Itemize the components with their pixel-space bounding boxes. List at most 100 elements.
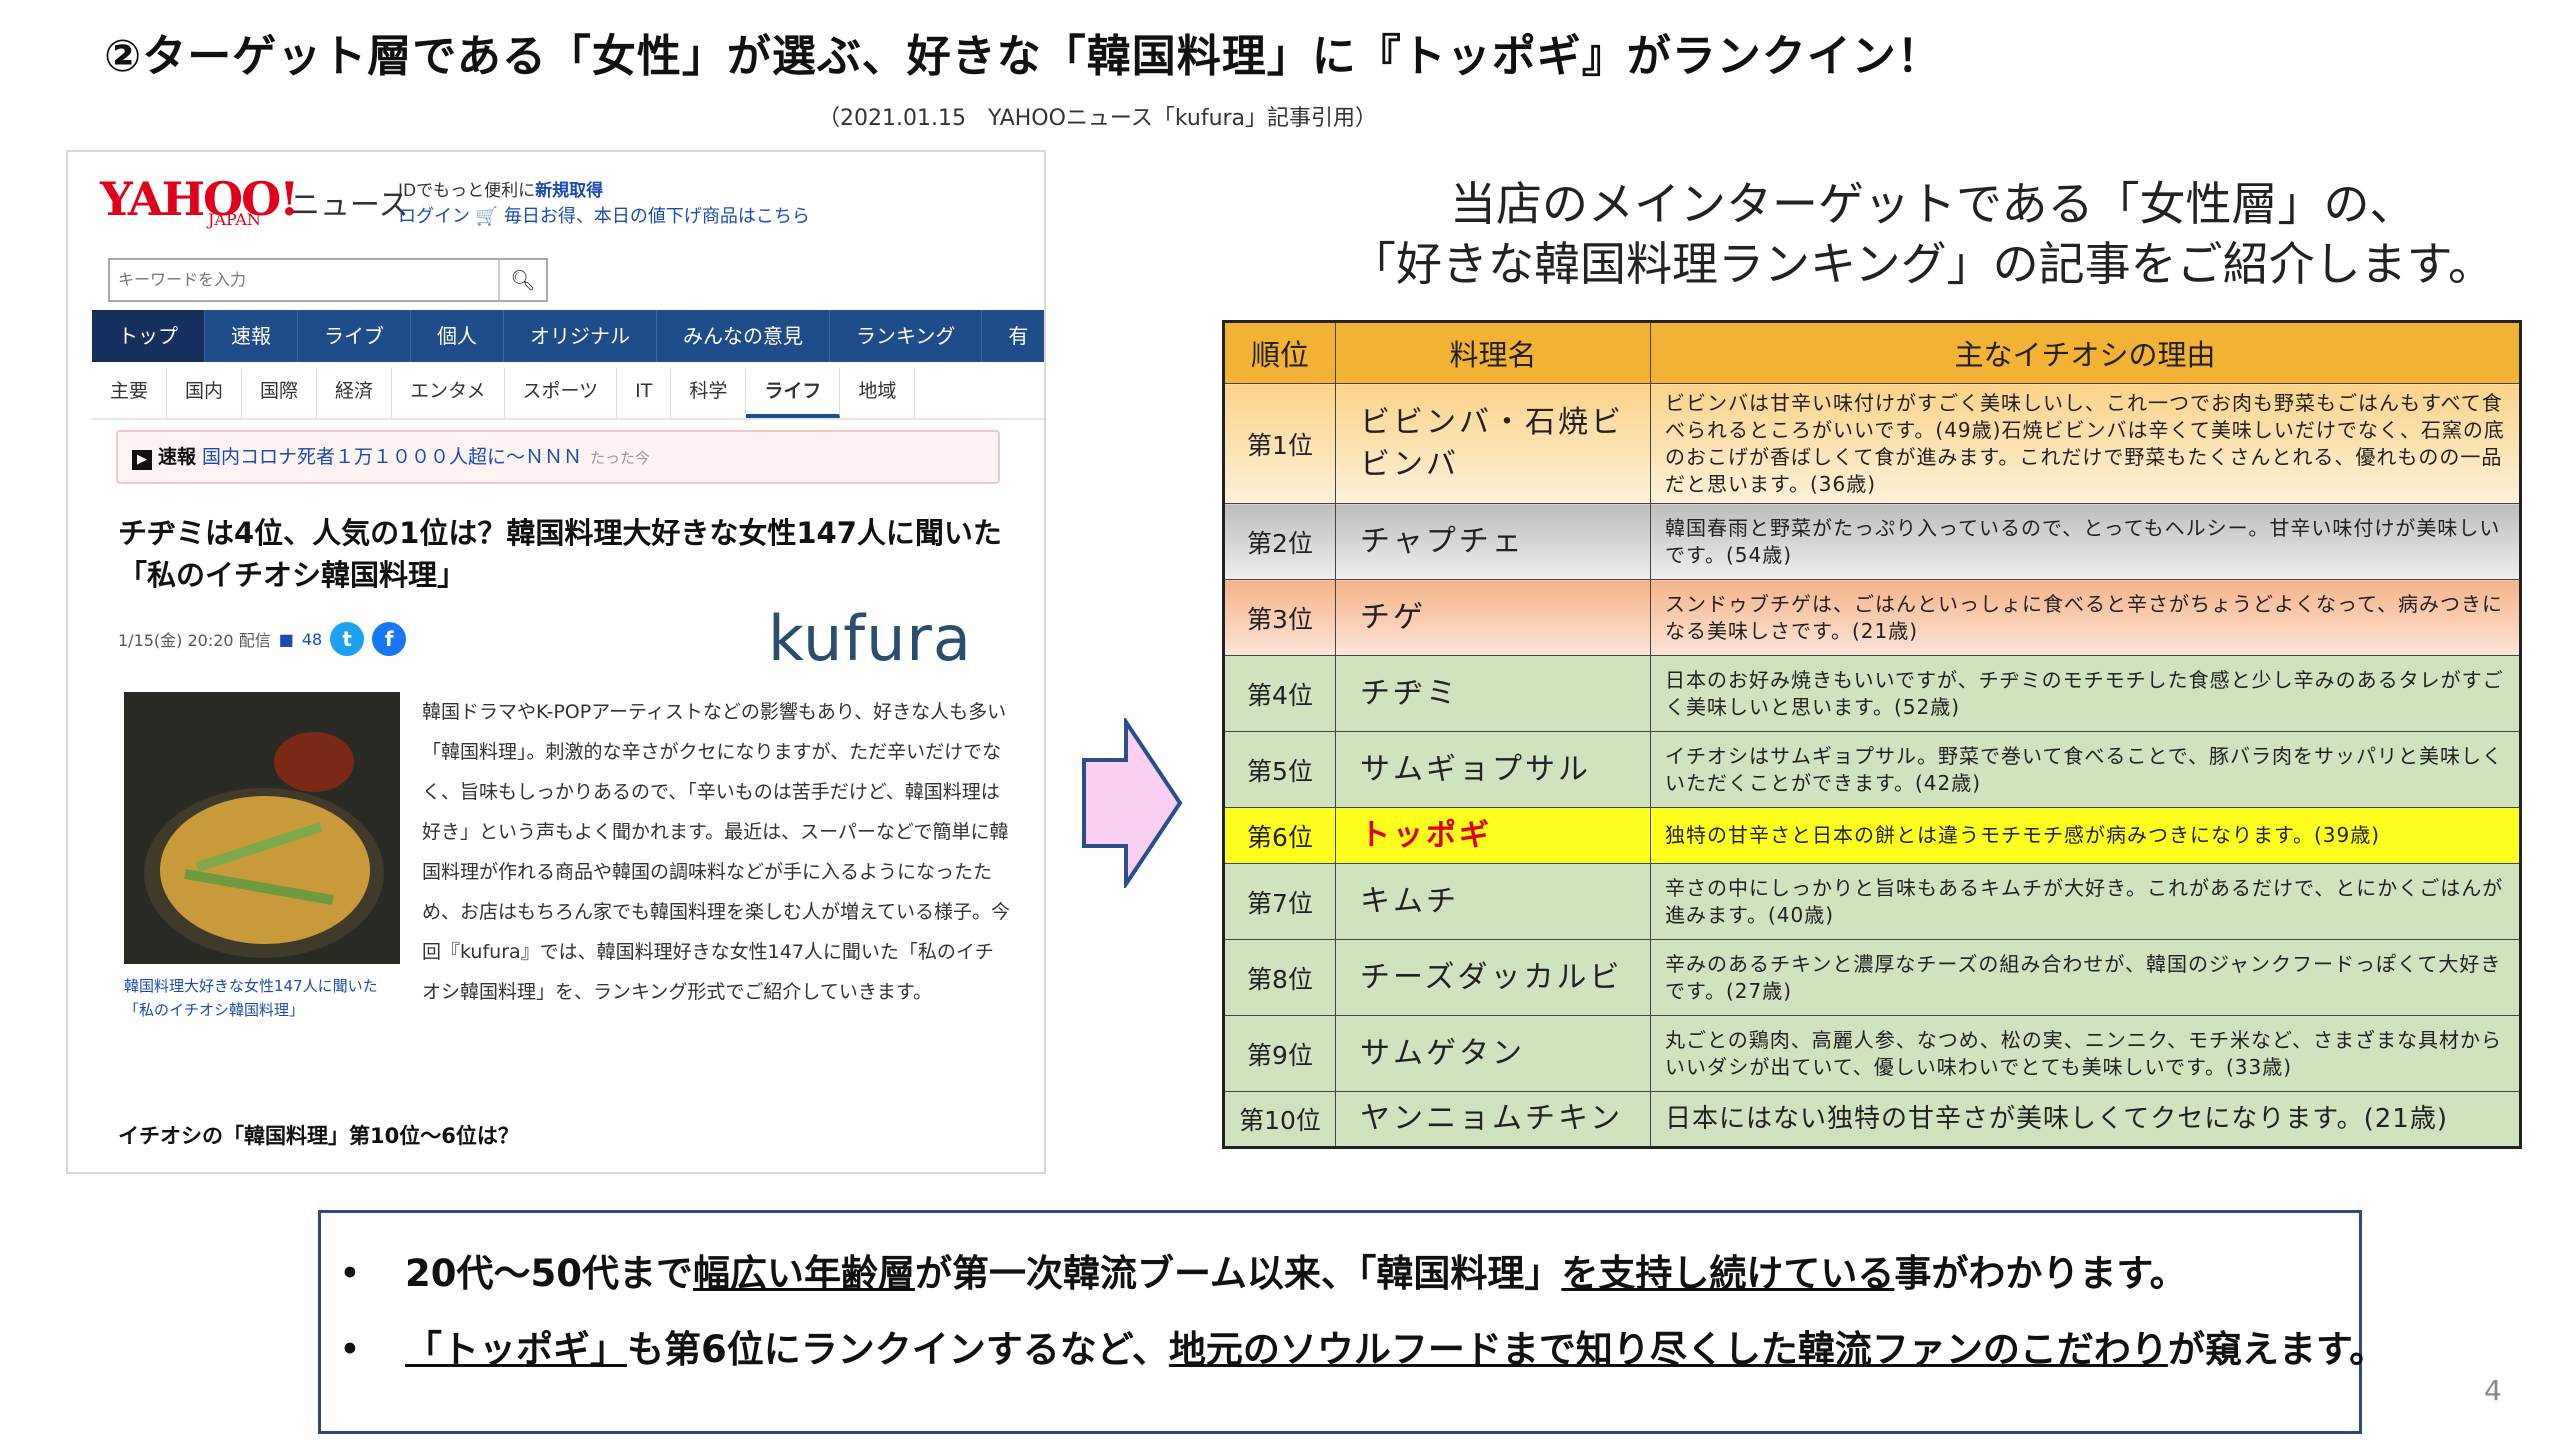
rank-cell: 第9位 xyxy=(1223,1015,1336,1092)
header-rank: 順位 xyxy=(1223,321,1336,384)
table-row: 第5位 サムギョプサル イチオシはサムギョプサル。野菜で巻いて食べることで、豚バ… xyxy=(1223,731,2521,808)
summary-underline: 地元のソウルフードまで知り尽くした韓流ファンのこだわり xyxy=(1168,1328,2168,1371)
search-box: 🔍︎ xyxy=(108,258,548,302)
subnav-tab[interactable]: 主要 xyxy=(92,368,168,418)
summary-underline: 「トッポギ」 xyxy=(405,1328,627,1371)
dish-cell: サムゲタン xyxy=(1335,1015,1651,1092)
subnav-tab[interactable]: 国内 xyxy=(167,368,243,418)
rank-cell: 第10位 xyxy=(1223,1091,1336,1148)
breaking-news-banner[interactable]: ▶ 速報 国内コロナ死者１万１０００人超に～ＮＮＮ たった今 xyxy=(116,430,1000,484)
reason-cell: 日本のお好み焼きもいいですが、チヂミのモチモチした食感と少し辛みのあるタレがすご… xyxy=(1650,655,2521,732)
summary-point-1: • 20代～50代まで幅広い年齢層が第一次韓流ブーム以来、「韓国料理」を支持し続け… xyxy=(339,1243,2187,1297)
yahoo-logo[interactable]: YAHOO! xyxy=(100,172,299,226)
article-photo[interactable] xyxy=(124,692,400,964)
comment-icon[interactable]: ■ xyxy=(279,630,294,649)
nav-tab[interactable]: 速報 xyxy=(205,310,298,362)
nav-tab[interactable]: 有 xyxy=(982,310,1044,362)
reason-cell: 日本にはない独特の甘辛さが美味しくてクセになります。(21歳) xyxy=(1650,1091,2521,1148)
subnav-tab-active[interactable]: ライフ xyxy=(746,368,841,418)
subnav-tab[interactable]: スポーツ xyxy=(505,368,618,418)
photo-sauce xyxy=(274,732,354,792)
table-row: 第9位 サムゲタン 丸ごとの鶏肉、高麗人参、なつめ、松の実、ニンニク、モチ米など… xyxy=(1223,1015,2521,1092)
rank-cell: 第6位 xyxy=(1223,807,1336,864)
sub-nav: 主要 国内 国際 経済 エンタメ スポーツ IT 科学 ライフ 地域 xyxy=(92,368,1044,420)
subnav-tab[interactable]: 経済 xyxy=(317,368,393,418)
article-meta: 1/15(金) 20:20 配信 ■ 48 t f xyxy=(118,622,407,656)
summary-text: 事がわかります。 xyxy=(1894,1252,2187,1295)
twitter-icon[interactable]: t xyxy=(330,622,365,656)
dish-cell: キムチ xyxy=(1335,863,1651,940)
article-screenshot: YAHOO! JAPAN ニュース IDでもっと便利に新規取得 ログイン 🛒 毎… xyxy=(66,150,1046,1174)
summary-text: が窺えます。 xyxy=(2167,1328,2387,1371)
reason-cell: スンドゥブチゲは、ごはんといっしょに食べると辛さがちょうどよくなって、病みつきに… xyxy=(1650,579,2521,656)
table-row: 第3位 チゲ スンドゥブチゲは、ごはんといっしょに食べると辛さがちょうどよくなっ… xyxy=(1223,579,2521,656)
article-body: 韓国ドラマやK-POPアーティストなどの影響もあり、好きな人も多い「韓国料理」。… xyxy=(422,701,1011,1003)
rank-cell: 第8位 xyxy=(1223,939,1336,1016)
dish-cell: サムギョプサル xyxy=(1335,731,1651,808)
rank-cell: 第1位 xyxy=(1223,383,1336,504)
intro-line-1: 当店のメインターゲットである「女性層」の、 xyxy=(1450,177,2416,231)
main-nav: トップ 速報 ライブ 個人 オリジナル みんなの意見 ランキング 有 xyxy=(92,310,1044,362)
summary-underline: 幅広い年齢層 xyxy=(692,1252,915,1295)
kufura-logo: kufura xyxy=(768,602,972,675)
reason-cell: 韓国春雨と野菜がたっぷり入っているので、とってもヘルシー。甘辛い味付けが美味しい… xyxy=(1650,503,2521,580)
summary-box: • 20代～50代まで幅広い年齢層が第一次韓流ブーム以来、「韓国料理」を支持し続け… xyxy=(318,1210,2386,1434)
table-row: 第4位 チヂミ 日本のお好み焼きもいいですが、チヂミのモチモチした食感と少し辛み… xyxy=(1223,655,2521,732)
search-input[interactable] xyxy=(110,260,490,298)
signup-link[interactable]: 新規取得 xyxy=(535,181,603,201)
nav-tab[interactable]: みんなの意見 xyxy=(657,310,830,362)
id-promo-text: IDでもっと便利に xyxy=(398,181,536,201)
subnav-tab[interactable]: 科学 xyxy=(671,368,747,418)
table-row: 第8位 チーズダッカルビ 辛みのあるチキンと濃厚なチーズの組み合わせが、韓国のジ… xyxy=(1223,939,2521,1016)
table-row: 第1位 ビビンバ・石焼ビビンバ ビビンバは甘辛い味付けがすごく美味しいし、これ一… xyxy=(1223,383,2521,504)
breaking-text[interactable]: 国内コロナ死者１万１０００人超に～ＮＮＮ xyxy=(202,446,582,468)
subnav-tab[interactable]: IT xyxy=(617,368,672,418)
dish-cell: チゲ xyxy=(1335,579,1651,656)
page-number: 4 xyxy=(2484,1374,2502,1407)
dish-cell: チーズダッカルビ xyxy=(1335,939,1651,1016)
intro-line-2: 「好きな韓国料理ランキング」の記事をご紹介します。 xyxy=(1350,237,2495,291)
reason-cell: ビビンバは甘辛い味付けがすごく美味しいし、これ一つでお肉も野菜もごはんもすべて食… xyxy=(1650,383,2521,504)
comment-count[interactable]: 48 xyxy=(302,630,322,649)
dish-cell: ヤンニョムチキン xyxy=(1335,1091,1651,1148)
nav-tab[interactable]: ライブ xyxy=(298,310,411,362)
nav-tab[interactable]: オリジナル xyxy=(504,310,657,362)
bullet: • xyxy=(339,1252,361,1295)
slide-title: ②ターゲット層である「女性」が選ぶ、好きな「韓国料理」に『トッポギ』がランクイン… xyxy=(104,31,1942,82)
photo-caption[interactable]: 韓国料理大好きな女性147人に聞いた「私のイチオシ韓国料理」 xyxy=(124,974,400,1022)
rank-cell: 第5位 xyxy=(1223,731,1336,808)
nav-tab[interactable]: ランキング xyxy=(830,310,983,362)
login-link[interactable]: ログイン xyxy=(398,206,470,227)
breaking-label: 速報 xyxy=(158,446,197,468)
ranking-table: 順位 料理名 主なイチオシの理由 第1位 ビビンバ・石焼ビビンバ ビビンバは甘辛… xyxy=(1222,320,2522,1149)
article-headline: チヂミは4位、人気の1位は？韓国料理大好きな女性147人に聞いた「私のイチオシ韓… xyxy=(118,516,1002,592)
nav-tab[interactable]: 個人 xyxy=(411,310,504,362)
reason-cell: 辛みのあるチキンと濃厚なチーズの組み合わせが、韓国のジャンクフードっぽくて大好き… xyxy=(1650,939,2521,1016)
id-promo: IDでもっと便利に新規取得 xyxy=(398,176,603,201)
news-label: ニュース xyxy=(290,188,409,223)
reason-cell: イチオシはサムギョプサル。野菜で巻いて食べることで、豚バラ肉をサッパリと美味しく… xyxy=(1650,731,2521,808)
search-icon[interactable]: 🔍︎ xyxy=(498,260,546,300)
summary-text: も第6位にランクインするなど、 xyxy=(627,1328,1169,1371)
reason-cell: 辛さの中にしっかりと旨味もあるキムチが大好き。これがあるだけで、とにかくごはんが… xyxy=(1650,863,2521,940)
facebook-icon[interactable]: f xyxy=(372,622,407,656)
source-note: （2021.01.15 YAHOOニュース「kufura」記事引用） xyxy=(818,106,1378,131)
rank-cell: 第7位 xyxy=(1223,863,1336,940)
subnav-tab[interactable]: エンタメ xyxy=(392,368,505,418)
subnav-tab[interactable]: 国際 xyxy=(242,368,318,418)
dish-cell: トッポギ xyxy=(1335,807,1651,864)
promo-link[interactable]: 毎日お得、本日の値下げ商品はこちら xyxy=(504,206,810,227)
play-icon: ▶ xyxy=(132,450,152,470)
rank-cell: 第2位 xyxy=(1223,503,1336,580)
subnav-tab[interactable]: 地域 xyxy=(840,368,916,418)
yahoo-logo-sub: JAPAN xyxy=(208,210,261,229)
summary-text: 20代～50代まで xyxy=(405,1252,693,1295)
dish-cell: ビビンバ・石焼ビビンバ xyxy=(1335,383,1651,504)
rank-cell: 第4位 xyxy=(1223,655,1336,732)
rank-cell: 第3位 xyxy=(1223,579,1336,656)
table-row: 第7位 キムチ 辛さの中にしっかりと旨味もあるキムチが大好き。これがあるだけで、… xyxy=(1223,863,2521,940)
breaking-time: たった今 xyxy=(590,449,651,467)
nav-tab[interactable]: トップ xyxy=(92,310,205,362)
header-reason: 主なイチオシの理由 xyxy=(1650,321,2521,384)
bullet: • xyxy=(339,1328,361,1371)
